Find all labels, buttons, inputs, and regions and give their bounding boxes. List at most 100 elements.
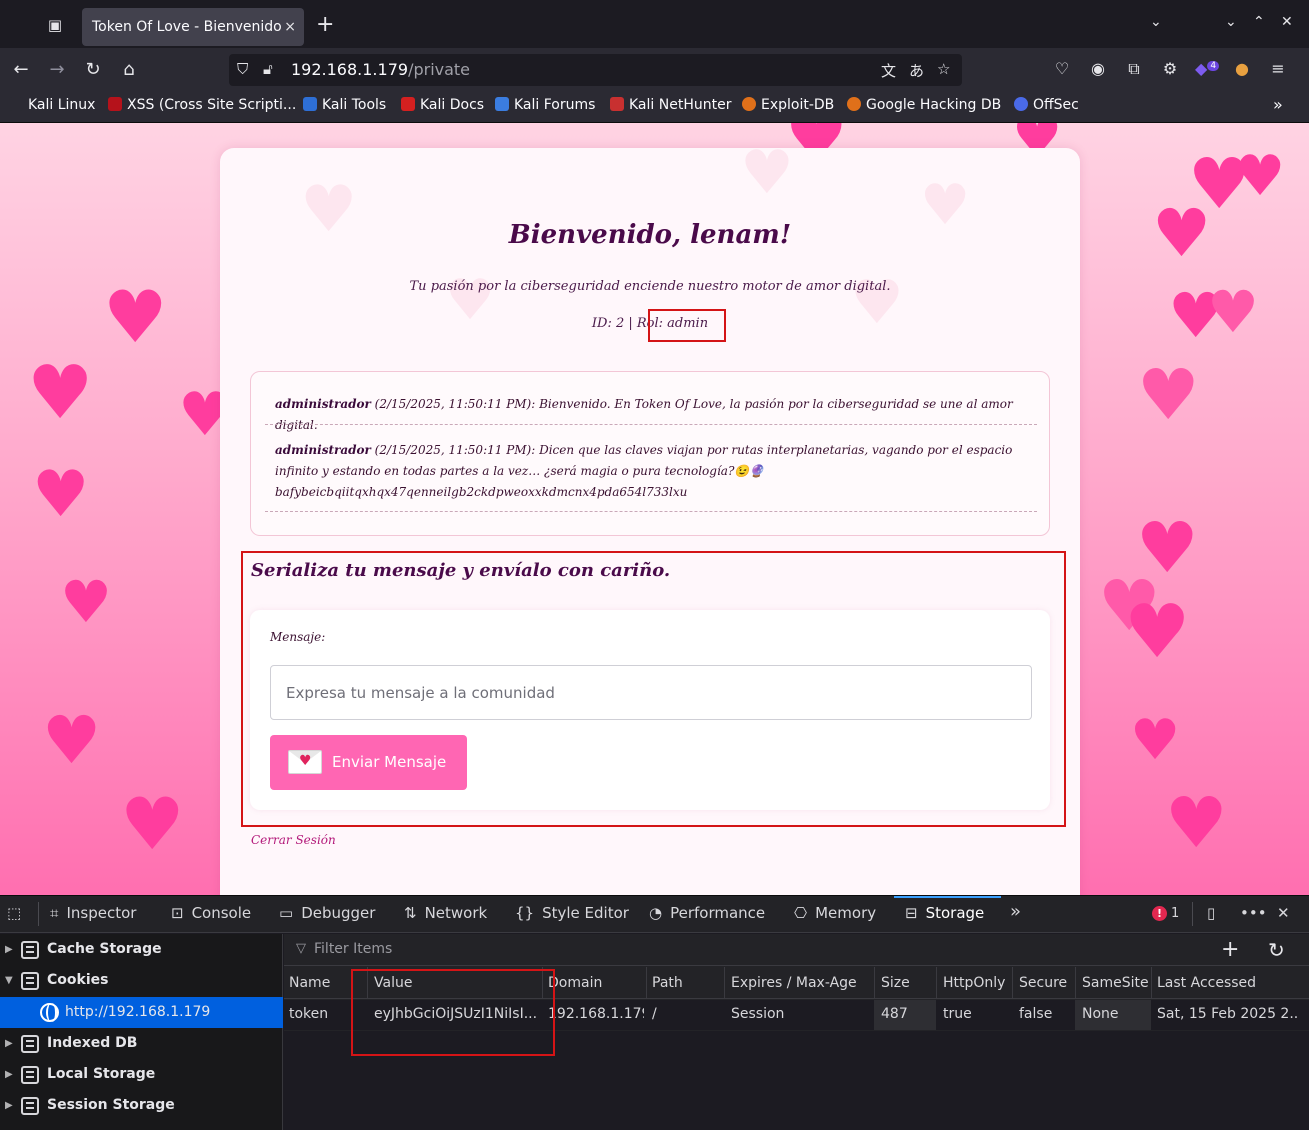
- minimize-icon[interactable]: ⌄: [1225, 14, 1237, 30]
- col-last-accessed[interactable]: Last Accessed: [1157, 975, 1256, 991]
- bookmark-kali-forums[interactable]: Kali Forums: [495, 97, 595, 113]
- sidebar-item-cache-storage[interactable]: ▶ Cache Storage: [0, 934, 283, 965]
- expand-arrow-icon[interactable]: ▶: [5, 1059, 13, 1090]
- url-bar[interactable]: ⛉ 🔓︎ 192.168.1.179/private 文 あ ☆: [229, 54, 962, 86]
- close-window-icon[interactable]: ✕: [1281, 14, 1293, 30]
- cell-samesite[interactable]: None: [1082, 1006, 1148, 1022]
- tab-list-icon[interactable]: ▣: [44, 14, 66, 36]
- tab-storage[interactable]: ⊟ Storage: [905, 904, 984, 922]
- refresh-icon[interactable]: ↻: [1268, 938, 1285, 962]
- tab-active[interactable]: Token Of Love - Bienvenido ×: [82, 8, 304, 46]
- bookmark-kali-linux[interactable]: Kali Linux: [9, 97, 95, 113]
- col-expires[interactable]: Expires / Max-Age: [731, 975, 857, 991]
- account-icon[interactable]: ◉: [1087, 59, 1109, 78]
- kali-forums-icon: [495, 97, 509, 111]
- home-icon[interactable]: ⌂: [117, 58, 141, 82]
- cell-domain[interactable]: 192.168.1.179: [548, 1006, 644, 1022]
- column-divider[interactable]: [646, 967, 647, 999]
- error-icon: !: [1152, 906, 1167, 921]
- tab-close-icon[interactable]: ×: [284, 8, 296, 46]
- sidebar-item-session-storage[interactable]: ▶ Session Storage: [0, 1090, 283, 1121]
- bookmark-xss[interactable]: XSS (Cross Site Scripti...: [108, 97, 296, 113]
- column-divider[interactable]: [1012, 967, 1013, 999]
- bookmark-kali-docs[interactable]: Kali Docs: [401, 97, 484, 113]
- sidebar-item-cookies[interactable]: ▼ Cookies: [0, 965, 283, 996]
- cell-size[interactable]: 487: [881, 1006, 933, 1022]
- col-domain[interactable]: Domain: [548, 975, 602, 991]
- new-tab-button[interactable]: +: [316, 12, 334, 38]
- lock-insecure-icon[interactable]: 🔓︎: [263, 60, 273, 78]
- col-samesite[interactable]: SameSite: [1082, 975, 1149, 991]
- cell-httponly[interactable]: true: [943, 1006, 1009, 1022]
- sidebar-item-cookie-host[interactable]: http://192.168.1.179: [0, 997, 283, 1028]
- reload-icon[interactable]: ↻: [81, 58, 105, 82]
- message-divider: [265, 511, 1037, 512]
- more-tools-icon[interactable]: »: [1010, 901, 1021, 922]
- options-menu-icon[interactable]: •••: [1240, 904, 1267, 922]
- sidebar-item-local-storage[interactable]: ▶ Local Storage: [0, 1059, 283, 1090]
- extensions-icon[interactable]: ⧉: [1123, 59, 1145, 79]
- cell-last-accessed[interactable]: Sat, 15 Feb 2025 2...: [1157, 1006, 1297, 1022]
- url-host: 192.168.1.179: [291, 60, 409, 79]
- bookmark-offsec[interactable]: OffSec: [1014, 97, 1079, 113]
- column-divider[interactable]: [724, 967, 725, 999]
- translate-icon[interactable]: 文: [881, 60, 896, 81]
- col-name[interactable]: Name: [289, 975, 330, 991]
- list-all-tabs-icon[interactable]: ⌄: [1150, 14, 1162, 30]
- heart-decoration-icon: ♥: [1235, 144, 1286, 209]
- column-divider[interactable]: [936, 967, 937, 999]
- col-size[interactable]: Size: [881, 975, 910, 991]
- url-text[interactable]: 192.168.1.179/private: [291, 60, 470, 79]
- collapse-arrow-icon[interactable]: ▼: [5, 965, 13, 996]
- cell-path[interactable]: /: [652, 1006, 722, 1022]
- element-picker-icon[interactable]: ⬚: [7, 904, 21, 922]
- col-httponly[interactable]: HttpOnly: [943, 975, 1005, 991]
- logout-link[interactable]: Cerrar Sesión: [251, 833, 336, 847]
- cell-expires[interactable]: Session: [731, 1006, 871, 1022]
- menu-hamburger-icon[interactable]: ≡: [1267, 59, 1289, 78]
- bookmark-kali-nethunter[interactable]: Kali NetHunter: [610, 97, 731, 113]
- column-divider[interactable]: [1151, 967, 1152, 999]
- tab-console[interactable]: ⊡ Console: [171, 904, 251, 922]
- col-secure[interactable]: Secure: [1019, 975, 1067, 991]
- expand-arrow-icon[interactable]: ▶: [5, 1090, 13, 1121]
- debugger-icon: ▭: [279, 904, 294, 922]
- tab-style-editor[interactable]: {} Style Editor: [515, 904, 629, 922]
- pocket-icon[interactable]: ♡: [1051, 59, 1073, 78]
- extension-purple-icon[interactable]: ◆ 4: [1195, 59, 1220, 78]
- forward-icon[interactable]: →: [45, 58, 69, 82]
- filter-input[interactable]: Filter Items: [314, 941, 392, 957]
- error-count-badge[interactable]: ! 1: [1152, 906, 1179, 921]
- extension-fox-icon[interactable]: ●: [1231, 59, 1253, 78]
- tab-performance[interactable]: ◔ Performance: [649, 904, 765, 922]
- translate-page-icon[interactable]: あ: [909, 60, 924, 81]
- filter-bar[interactable]: ▽ Filter Items + ↻: [284, 934, 1309, 966]
- bookmark-google-hacking-db[interactable]: Google Hacking DB: [847, 97, 1001, 113]
- expand-arrow-icon[interactable]: ▶: [5, 934, 13, 965]
- expand-arrow-icon[interactable]: ▶: [5, 1028, 13, 1059]
- tab-memory[interactable]: ⎔ Memory: [794, 904, 876, 922]
- send-message-button[interactable]: ♥ Enviar Mensaje: [270, 735, 467, 790]
- shield-icon[interactable]: ⛉: [237, 60, 248, 78]
- column-divider[interactable]: [1075, 967, 1076, 999]
- bookmark-kali-tools[interactable]: Kali Tools: [303, 97, 386, 113]
- tab-debugger[interactable]: ▭ Debugger: [279, 904, 375, 922]
- bookmark-exploit-db[interactable]: Exploit-DB: [742, 97, 834, 113]
- add-item-icon[interactable]: +: [1221, 937, 1239, 962]
- cell-secure[interactable]: false: [1019, 1006, 1073, 1022]
- column-divider[interactable]: [874, 967, 875, 999]
- settings-gear-icon[interactable]: ⚙: [1159, 59, 1181, 78]
- message-input[interactable]: [270, 665, 1032, 720]
- close-devtools-icon[interactable]: ✕: [1277, 904, 1290, 922]
- back-icon[interactable]: ←: [9, 58, 33, 82]
- tab-inspector[interactable]: ⌗ Inspector: [50, 904, 136, 922]
- tab-network[interactable]: ⇅ Network: [404, 904, 487, 922]
- tab-title: Token Of Love - Bienvenido: [92, 19, 282, 35]
- bookmark-star-icon[interactable]: ☆: [937, 60, 950, 78]
- maximize-icon[interactable]: ⌃: [1253, 14, 1265, 30]
- sidebar-item-indexed-db[interactable]: ▶ Indexed DB: [0, 1028, 283, 1059]
- highlight-token-value-box: [351, 969, 555, 1056]
- more-bookmarks-icon[interactable]: »: [1273, 95, 1283, 114]
- col-path[interactable]: Path: [652, 975, 683, 991]
- dock-side-icon[interactable]: ▯: [1207, 904, 1215, 922]
